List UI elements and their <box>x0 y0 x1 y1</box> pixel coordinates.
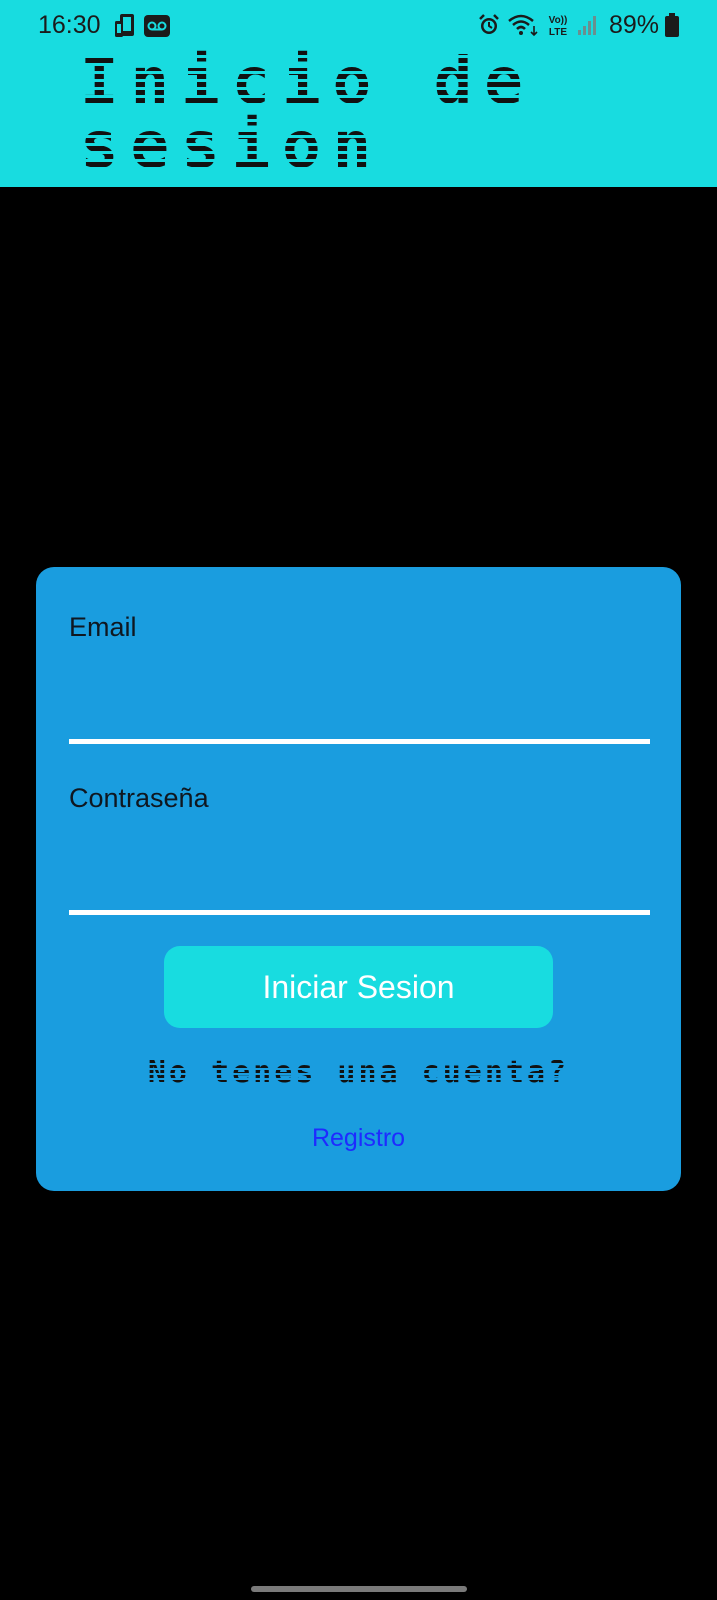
login-card: Email Contraseña Iniciar Sesion No tenes… <box>36 567 681 1191</box>
voicemail-icon <box>144 15 170 37</box>
register-link[interactable]: Registro <box>36 1123 681 1153</box>
home-indicator-icon[interactable] <box>251 1586 467 1592</box>
status-time: 16:30 <box>38 11 101 39</box>
volte-icon: Vo)) LTE <box>545 12 571 38</box>
login-screen: 16:30 Vo)) LTE 89% Inicio de sesion Emai… <box>0 0 717 1600</box>
phone-link-icon <box>114 13 138 39</box>
status-right-icons: Vo)) LTE 89% <box>477 10 679 40</box>
app-header: 16:30 Vo)) LTE 89% Inicio de sesion <box>0 0 717 187</box>
page-title: Inicio de sesion <box>80 45 535 183</box>
password-label: Contraseña <box>69 783 209 813</box>
password-field[interactable] <box>69 870 650 915</box>
email-field[interactable] <box>69 699 650 744</box>
alarm-icon <box>477 13 501 37</box>
battery-icon <box>665 13 679 37</box>
no-account-text: No tenes una cuenta? <box>147 1055 570 1090</box>
email-label: Email <box>69 612 137 642</box>
signal-icon <box>577 13 599 37</box>
svg-text:LTE: LTE <box>549 27 567 38</box>
status-left-icons <box>114 12 170 40</box>
battery-percentage: 89% <box>608 11 659 39</box>
login-button[interactable]: Iniciar Sesion <box>164 946 553 1028</box>
status-bar: 16:30 Vo)) LTE 89% <box>0 0 717 52</box>
svg-text:Vo)): Vo)) <box>549 15 568 26</box>
wifi-icon <box>507 13 539 37</box>
